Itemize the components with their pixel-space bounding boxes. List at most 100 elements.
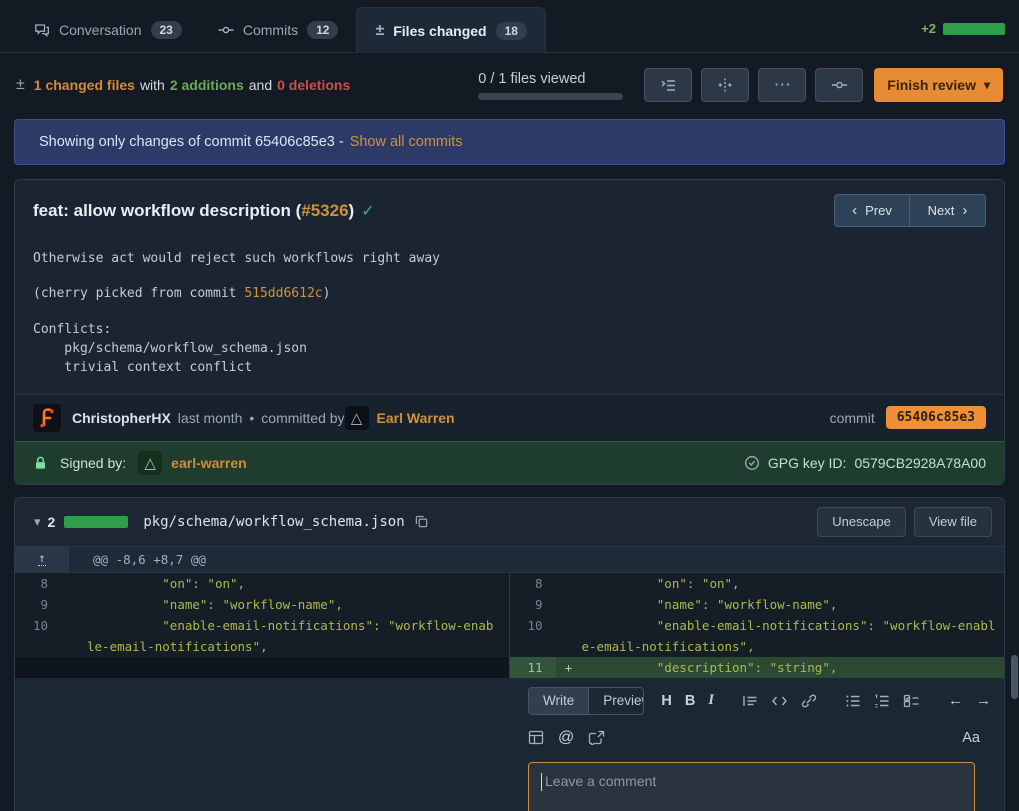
line-number[interactable]: 9 [15,594,61,615]
collapse-file-chevron-icon[interactable]: ▾ [34,514,41,530]
mention-icon[interactable]: @ [558,729,574,747]
tab-conversation[interactable]: Conversation 23 [16,8,200,52]
finish-review-button[interactable]: Finish review ▾ [874,68,1003,102]
preview-tab[interactable]: Preview [589,688,644,714]
code-line: "name": "workflow-name", [87,594,509,615]
comment-area-left-spacer [15,678,511,811]
diff-row-filler [15,657,509,678]
font-size-toggle-icon[interactable]: Aa [962,730,980,746]
pr-diff-stat: +2 [921,21,1005,52]
gpg-key-group: GPG key ID: 0579CB2928A78A00 [744,455,986,471]
gpg-key-value: 0579CB2928A78A00 [854,455,986,471]
commit-sha-badge[interactable]: 65406c85e3 [886,406,986,429]
code-line [87,657,509,678]
diff-row-context: 10 "enable-email-notifications": "workfl… [510,615,1005,657]
editor-header: Write Preview H B I [528,687,991,715]
prev-commit-button[interactable]: ‹ Prev [834,194,910,227]
split-diff-table: 8 "on": "on",9 "name": "workflow-name",1… [15,573,1004,678]
diff-sign [61,573,87,594]
file-name[interactable]: pkg/schema/workflow_schema.json [143,514,404,530]
diff-sign [556,594,582,615]
chevron-left-icon: ‹ [852,203,857,218]
triangle-avatar-glyph: △ [351,409,363,427]
commit-meta-row: ChristopherHX last month • committed by … [15,394,1004,441]
commit-status-check-icon[interactable]: ✓ [361,203,374,220]
deletions-text: 0 deletions [277,77,350,93]
code-line: "on": "on", [87,573,509,594]
file-tree-toggle-button[interactable] [644,68,692,102]
heading-icon[interactable]: H [661,693,671,709]
task-list-icon[interactable] [903,694,920,708]
author-avatar[interactable] [33,404,61,432]
numbered-list-icon[interactable] [874,694,890,708]
next-commit-button[interactable]: Next › [910,194,986,227]
commit-title-close: ) [349,201,355,220]
page-scrollbar[interactable] [1011,655,1018,699]
cross-reference-icon[interactable] [588,730,605,745]
code-icon[interactable] [771,694,788,708]
copy-path-icon[interactable] [414,514,429,529]
banner-text: Showing only changes of commit 65406c85e… [39,134,344,150]
code-line: "name": "workflow-name", [582,594,1005,615]
unescape-button[interactable]: Unescape [817,507,906,537]
diff-row-context: 9 "name": "workflow-name", [15,594,509,615]
line-number[interactable]: 10 [510,615,556,657]
diff-sign [61,615,87,657]
cherry-pick-line: (cherry picked from commit 515dd6612c) [33,286,986,301]
select-commit-button[interactable] [815,68,863,102]
diff-row-context: 10 "enable-email-notifications": "workfl… [15,615,509,657]
write-tab[interactable]: Write [529,688,589,714]
line-number[interactable]: 8 [510,573,556,594]
view-file-label: View file [929,514,977,529]
files-viewed-progress: 0 / 1 files viewed [478,71,623,100]
cherry-pick-sha-link[interactable]: 515dd6612c [244,286,322,301]
diff-left-side: 8 "on": "on",9 "name": "workflow-name",1… [15,573,510,678]
diff-row-context: 8 "on": "on", [510,573,1005,594]
prev-label: Prev [865,203,892,218]
comment-input[interactable]: Leave a comment [528,762,975,811]
gpg-key-label: GPG key ID: [768,455,847,471]
view-file-button[interactable]: View file [914,507,992,537]
table-icon[interactable] [528,730,544,745]
blockquote-icon[interactable] [742,694,758,708]
line-number[interactable]: 10 [15,615,61,657]
diff-sign [556,615,582,657]
committer-avatar[interactable]: △ [345,406,369,430]
diff-stat-bar [943,23,1005,35]
undo-icon[interactable]: ← [948,692,963,709]
link-icon[interactable] [801,693,817,709]
signer-name[interactable]: earl-warren [171,455,246,471]
expand-hunk-button[interactable]: ↑ [15,547,69,572]
line-number[interactable]: 11 [510,657,556,678]
file-lines-changed: 2 [48,514,56,530]
hunk-header-text: @@ -8,6 +8,7 @@ [69,547,206,572]
next-label: Next [928,203,955,218]
tab-files-changed[interactable]: ± Files changed 18 [356,7,546,53]
caret-down-icon: ▾ [984,78,990,92]
issue-link[interactable]: #5326 [301,201,348,220]
redo-icon[interactable]: → [976,692,991,709]
bold-icon[interactable]: B [685,693,695,709]
line-number[interactable]: 8 [15,573,61,594]
split-view-button[interactable] [701,68,749,102]
commit-select-icon [831,77,848,93]
inline-comment-area: Write Preview H B I [14,678,1005,811]
tab-commits[interactable]: Commits 12 [200,8,357,52]
show-all-commits-link[interactable]: Show all commits [350,134,463,150]
author-name[interactable]: ChristopherHX [72,410,171,426]
tab-conversation-label: Conversation [59,22,142,38]
bullet-list-icon[interactable] [845,694,861,708]
signer-avatar[interactable]: △ [138,451,162,475]
conversation-count-badge: 23 [151,21,182,39]
changed-files-summary: ± 1 changed files with 2 additions and 0… [16,76,350,94]
italic-icon[interactable]: I [708,692,714,709]
lock-icon [33,455,48,471]
line-number[interactable]: 9 [510,594,556,615]
committer-name[interactable]: Earl Warren [377,410,455,426]
diff-options-button[interactable]: ⋯ [758,68,806,102]
expand-up-icon: ↑ [38,552,45,566]
commit-time: last month [178,410,243,426]
commit-icon [218,22,234,38]
and-text: and [249,77,272,93]
changed-files-link[interactable]: 1 changed files [34,77,135,93]
